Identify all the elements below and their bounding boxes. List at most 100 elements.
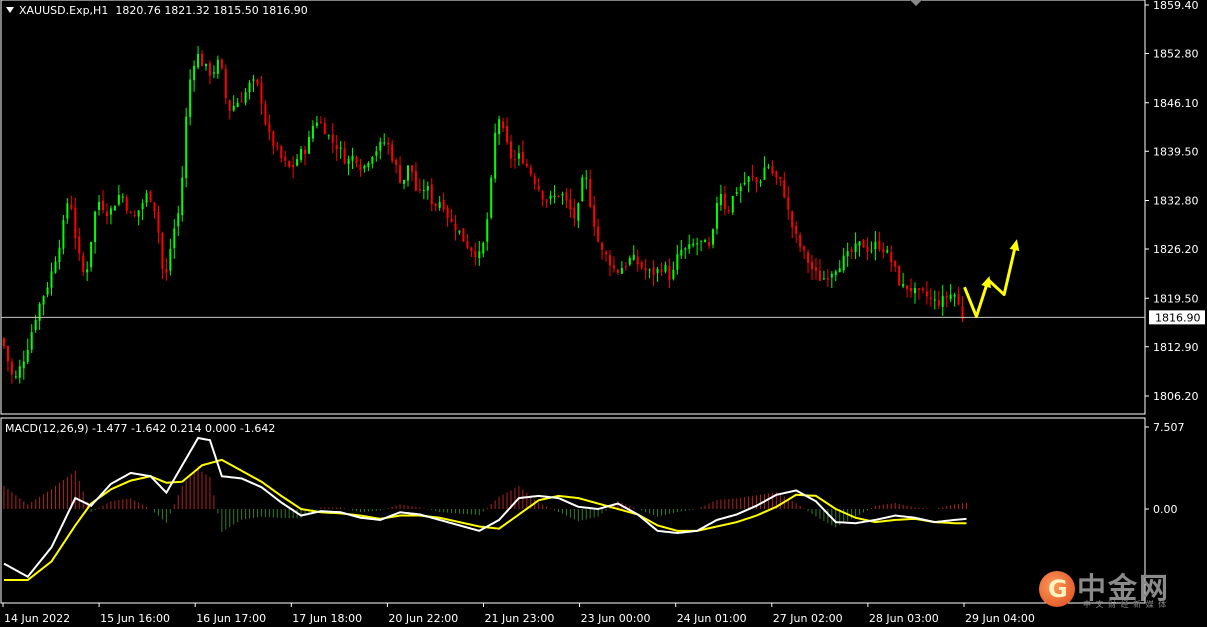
candle-body xyxy=(212,72,215,74)
price-tick-label: 1846.10 xyxy=(1153,97,1199,110)
candle-body xyxy=(898,266,901,286)
time-tick-label: 29 Jun 04:00 xyxy=(965,612,1035,625)
candle-body xyxy=(593,205,596,227)
candle-body xyxy=(735,192,738,194)
candle-body xyxy=(264,104,267,125)
candle-body xyxy=(414,171,417,191)
candle-body xyxy=(747,176,750,182)
candle-body xyxy=(458,230,461,233)
candle-body xyxy=(10,361,13,375)
candle-body xyxy=(561,193,564,196)
candle-body xyxy=(830,273,833,278)
candle-body xyxy=(779,176,782,180)
candle-body xyxy=(704,240,707,243)
candle-body xyxy=(201,53,204,67)
logo-badge-icon: G xyxy=(1039,571,1075,607)
dropdown-triangle-icon[interactable] xyxy=(6,7,14,13)
candle-body xyxy=(953,294,956,297)
candle-body xyxy=(276,145,279,147)
candle-body xyxy=(509,141,512,159)
candle-body xyxy=(846,251,849,257)
symbol-label: XAUUSD.Exp,H1 xyxy=(19,4,109,17)
candle-body xyxy=(18,366,21,378)
candle-body xyxy=(565,192,568,201)
candle-body xyxy=(82,255,85,272)
candle-body xyxy=(26,349,29,362)
candle-body xyxy=(506,126,509,143)
candle-body xyxy=(304,149,307,155)
logo-subtitle: 中 文 财 经 新 媒 体 xyxy=(1083,600,1168,609)
candle-body xyxy=(240,101,243,103)
candle-body xyxy=(513,159,516,161)
candle-body xyxy=(137,210,140,217)
candle-body xyxy=(375,151,378,156)
candle-body xyxy=(811,261,814,270)
chart-canvas[interactable]: 1816.90 1859.40 1852.80 1846.10 1839.50 1832.… xyxy=(0,0,1207,627)
candle-body xyxy=(6,346,9,362)
candle-body xyxy=(102,200,105,211)
candle-body xyxy=(434,203,437,207)
candle-body xyxy=(50,271,53,288)
candle-body xyxy=(145,193,148,203)
candle-body xyxy=(680,249,683,256)
candle-body xyxy=(391,144,394,161)
forecast-arrow xyxy=(987,242,1018,297)
candle-body xyxy=(66,203,69,219)
candle-body xyxy=(117,194,120,205)
ohlc-values: 1820.76 1821.32 1815.50 1816.90 xyxy=(115,4,308,17)
candle-body xyxy=(664,265,667,272)
candle-body xyxy=(315,122,318,126)
candle-body xyxy=(34,320,37,331)
candle-body xyxy=(822,278,825,280)
candle-body xyxy=(648,269,651,271)
price-header: XAUUSD.Exp,H1 1820.76 1821.32 1815.50 18… xyxy=(6,4,308,17)
candle-body xyxy=(232,105,235,111)
candle-body xyxy=(224,69,227,99)
macd-tick-label: 7.507 xyxy=(1153,421,1185,434)
candle-body xyxy=(874,241,877,250)
candle-body xyxy=(878,240,881,250)
candle-body xyxy=(141,203,144,210)
candle-body xyxy=(715,203,718,229)
candle-body xyxy=(181,177,184,216)
candle-body xyxy=(133,215,136,217)
candle-body xyxy=(70,204,73,209)
candle-body xyxy=(921,288,924,291)
candle-body xyxy=(684,248,687,250)
candle-body xyxy=(157,211,160,233)
candle-body xyxy=(189,79,192,117)
candle-body xyxy=(890,252,893,263)
candle-body xyxy=(739,186,742,192)
candle-body xyxy=(577,203,580,221)
candle-body xyxy=(612,265,615,269)
candle-body xyxy=(624,266,627,268)
candle-body xyxy=(494,132,497,179)
price-tick-label: 1859.40 xyxy=(1153,0,1199,12)
candle-body xyxy=(910,287,913,292)
candle-body xyxy=(957,293,960,305)
candle-body xyxy=(636,256,639,265)
candle-body xyxy=(660,269,663,272)
candle-body xyxy=(640,262,643,268)
current-price-label: 1816.90 xyxy=(1155,311,1201,324)
candle-body xyxy=(696,243,699,245)
candle-body xyxy=(882,248,885,253)
candle-body xyxy=(644,268,647,271)
candle-body xyxy=(478,251,481,259)
price-tick-label: 1819.50 xyxy=(1153,292,1199,305)
candle-body xyxy=(204,63,207,67)
candle-body xyxy=(105,211,108,217)
candle-body xyxy=(185,116,188,179)
candle-body xyxy=(545,199,548,201)
candle-body xyxy=(557,195,560,197)
candle-body xyxy=(668,266,671,280)
candle-body xyxy=(711,229,714,245)
candle-body xyxy=(533,176,536,185)
candle-body xyxy=(462,228,465,242)
candle-body xyxy=(284,156,287,161)
candle-body xyxy=(367,162,370,168)
candle-body xyxy=(387,142,390,145)
price-tick-label: 1832.80 xyxy=(1153,195,1199,208)
candle-body xyxy=(791,211,794,228)
candle-body xyxy=(803,246,806,251)
